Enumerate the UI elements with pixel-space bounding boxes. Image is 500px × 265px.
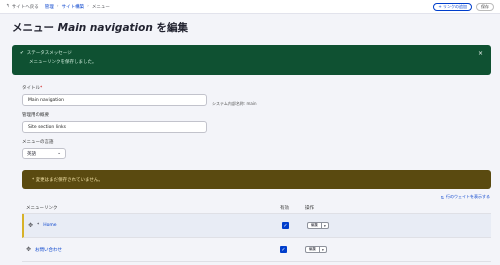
breadcrumb-menus[interactable]: メニュー	[92, 4, 110, 10]
status-heading: ステータスメッセージ	[26, 51, 72, 56]
page-title: メニュー Main navigation を編集	[12, 22, 188, 34]
title-field[interactable]: Main navigation	[22, 94, 207, 106]
title-label: タイトル*	[22, 86, 43, 91]
chevron-down-icon[interactable]: ▾	[321, 223, 328, 228]
admin-summary-label: 管理用の概要	[22, 113, 49, 118]
unsaved-changes-warning: * 変更はまだ保存されていません。	[22, 170, 491, 189]
edit-button[interactable]: 編集	[308, 223, 321, 228]
operations-dropbutton[interactable]: 編集 ▾	[307, 222, 329, 229]
show-row-weights-link[interactable]: ⇅ 行のウェイトを表示する	[441, 194, 490, 200]
changed-marker: *	[37, 223, 40, 228]
menu-link-contact[interactable]: お問い合わせ	[35, 247, 62, 253]
breadcrumb-structure[interactable]: サイト構築	[62, 4, 85, 10]
breadcrumb-separator: ›	[56, 4, 59, 9]
menu-language-select[interactable]: 英語 ⌄	[22, 148, 66, 159]
add-link-button[interactable]: + リンクの追加	[433, 2, 472, 11]
header-menu-link: メニューリンク	[26, 206, 58, 211]
enabled-checkbox[interactable]: ✓	[280, 246, 287, 253]
drag-handle-icon[interactable]: ✥	[26, 246, 31, 253]
chevron-down-icon[interactable]: ▾	[319, 247, 326, 252]
breadcrumb-separator: ›	[87, 4, 89, 9]
machine-name: システム内部名称: main	[212, 101, 257, 106]
edit-button[interactable]: 編集	[306, 247, 319, 252]
chevron-down-icon: ⌄	[57, 151, 61, 156]
breadcrumb-admin[interactable]: 管理	[45, 4, 54, 10]
drag-handle-icon[interactable]: ✥	[28, 222, 33, 229]
menu-links-table: メニューリンク 有効 操作 ✥ * Home ✓ 編集 ▾ ✥ お問い合わせ ✓…	[22, 203, 491, 262]
status-text: メニューリンクを保存しました。	[29, 60, 97, 65]
status-message: ✔ ステータスメッセージ メニューリンクを保存しました。 ×	[12, 45, 491, 75]
check-circle-icon: ✔	[20, 50, 24, 56]
weights-icon: ⇅	[440, 194, 444, 200]
header-operations: 操作	[305, 206, 314, 211]
admin-summary-field[interactable]: Site section links	[22, 121, 207, 133]
menu-link-home[interactable]: Home	[43, 223, 56, 228]
table-header: メニューリンク 有効 操作	[22, 203, 491, 214]
operations-dropbutton[interactable]: 編集 ▾	[305, 246, 327, 253]
header-enabled: 有効	[280, 206, 289, 211]
arrow-left-icon: ↰	[6, 4, 10, 9]
back-to-site-link[interactable]: ↰ サイトへ戻る	[6, 4, 39, 10]
menu-settings-form: タイトル* Main navigation システム内部名称: main 管理用…	[22, 85, 257, 159]
top-toolbar: ↰ サイトへ戻る 管理 › サイト構築 › メニュー + リンクの追加 保存	[0, 0, 500, 14]
close-icon[interactable]: ×	[478, 50, 483, 57]
table-row: ✥ * Home ✓ 編集 ▾	[22, 214, 491, 238]
save-button[interactable]: 保存	[476, 2, 494, 11]
menu-language-label: メニューの言語	[22, 140, 54, 145]
table-row: ✥ お問い合わせ ✓ 編集 ▾	[22, 238, 491, 262]
enabled-checkbox[interactable]: ✓	[282, 222, 289, 229]
